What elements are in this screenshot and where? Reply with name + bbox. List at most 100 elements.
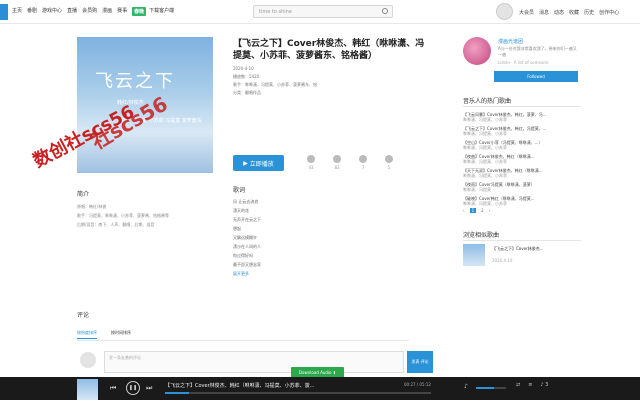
uploader-name[interactable]: 漫画光谱团 — [498, 38, 523, 45]
search-placeholder: time to shine — [259, 9, 292, 15]
progress-bar[interactable] — [165, 392, 431, 394]
lyric-line: 又飘远模糊许 — [233, 235, 257, 240]
volume-icon[interactable]: ♪ — [464, 383, 468, 390]
favorite-action[interactable]: 43 — [298, 155, 324, 170]
download-client-link[interactable]: 下载客户端 — [149, 7, 174, 16]
pager-page-1[interactable]: 1 — [469, 208, 477, 213]
hot-songs-list: 【飞云风暴】Cover林俊杰、韩红，菠萝、冯... 咻咻潇、冯提莫、小苏菲 【飞云… — [463, 112, 581, 210]
nav-favorites[interactable]: 收藏 — [569, 9, 579, 16]
lyrics-expand-link[interactable]: 展开更多 — [233, 269, 261, 278]
nav-item-anime[interactable]: 番剧 — [27, 7, 37, 16]
nav-creator[interactable]: 创作中心 — [599, 9, 619, 16]
heart-icon — [307, 155, 315, 163]
coin-icon — [333, 155, 341, 163]
similar-date: 2020.4.10 — [492, 258, 513, 263]
intro-line: 后期/混音：南下、人声、翻唱、后期、混音 — [77, 222, 155, 227]
comment-icon — [359, 155, 367, 163]
nav-item-manga[interactable]: 漫画 — [102, 7, 112, 16]
prev-icon[interactable]: ⏮ — [110, 384, 116, 393]
lyrics-heading: 歌词 — [233, 187, 246, 194]
lyric-line: 风 让云去流浪 — [233, 199, 259, 204]
pager-prev[interactable]: ‹ — [463, 208, 465, 213]
nav-item-home[interactable]: 主页 — [12, 7, 22, 16]
player-time: 00:27 / 05:12 — [404, 382, 431, 387]
meta-date: 2020-4-10 — [233, 66, 254, 71]
tab-hot[interactable]: 按热度排序 — [77, 330, 97, 339]
play-now-label: 立即播放 — [249, 160, 274, 168]
next-icon[interactable]: ⏭ — [146, 384, 152, 393]
list-item[interactable]: 【飞云风暴】Cover林俊杰、韩红，菠萝、冯... 咻咻潇、冯提莫、小苏菲 — [463, 112, 581, 126]
share-action[interactable]: 5 — [376, 155, 402, 170]
similar-title[interactable]: 【飞云之下】Cover林俊杰... — [492, 246, 544, 252]
nav-messages[interactable]: 消息 — [539, 9, 549, 16]
player-extra-controls: ⇄ ≡ ♪ 3 — [516, 382, 556, 388]
volume-slider[interactable] — [476, 387, 506, 389]
divider — [463, 240, 581, 241]
player-cover[interactable] — [77, 379, 98, 400]
list-item[interactable]: 【夜雨】Cover冯提莫（咻咻潇、菠萝） 咻咻潇、冯提莫 — [463, 182, 581, 196]
hot-song-artist: 咻咻潇、冯提莫 — [463, 187, 491, 192]
playlist-icon[interactable]: ≡ — [528, 382, 532, 388]
nav-item-esports[interactable]: 赛事 — [117, 7, 127, 16]
hot-song-artist: 咻咻潇、冯提莫、小苏菲 — [463, 145, 507, 150]
nav-history[interactable]: 历史 — [584, 9, 594, 16]
comment-action[interactable]: 7 — [350, 155, 376, 170]
pager-page-2[interactable]: 2 — [481, 208, 484, 213]
meta-singers: 歌手：咻咻潇、冯提莫、小苏菲、菠萝酱东、铭 — [233, 82, 317, 87]
user-nav: 大会员 消息 动态 收藏 历史 创作中心 — [519, 9, 624, 16]
search-input[interactable]: time to shine — [253, 5, 393, 18]
hot-songs-heading: 音乐人的热门歌曲 — [463, 98, 512, 105]
tab-latest[interactable]: 按时间排序 — [111, 330, 131, 339]
site-logo[interactable] — [0, 4, 8, 20]
divider — [463, 106, 581, 107]
nav-vip[interactable]: 大会员 — [519, 9, 534, 16]
lyric-line: 最不愿又想念家 — [233, 262, 261, 267]
shuffle-icon[interactable]: ⇄ — [516, 382, 520, 388]
divider — [77, 340, 409, 341]
uploader-desc: A与一台对我非常喜欢我了。带来你们一遍又一遍 — [498, 46, 577, 57]
user-avatar[interactable] — [496, 3, 513, 20]
comment-submit-button[interactable]: 发表 评论 — [407, 351, 433, 373]
coin-count: 83 — [334, 165, 340, 170]
nav-item-live[interactable]: 直播 — [67, 7, 77, 16]
song-cover[interactable]: 飞云之下 韩红/林俊杰 演唱：咻咻潇 小苏菲 冯提莫 菠萝酱东 社scs56 — [77, 37, 213, 173]
pager-next[interactable]: › — [489, 208, 491, 213]
nav-item-shop[interactable]: 会员购 — [82, 7, 97, 16]
list-item[interactable]: 【空山】Cover小菲（冯提莫、咻咻潇、...） 咻咻潇、冯提莫、小苏菲 — [463, 140, 581, 154]
queue-count[interactable]: ♪ 3 — [540, 382, 548, 388]
song-meta: 2020-4-10 播放数：5420 歌手：咻咻潇、冯提莫、小苏菲、菠萝酱东、铭… — [233, 65, 317, 97]
search-icon[interactable] — [382, 8, 388, 14]
main-nav: 主页 番剧 游戏中心 直播 会员购 漫画 赛事 春晚 下载客户端 — [12, 7, 179, 16]
list-item[interactable]: 【夜曲】Cover林俊杰、韩红（咻咻潇... 咻咻潇、冯提莫、小苏菲 — [463, 154, 581, 168]
follow-button[interactable]: Followed — [494, 71, 578, 82]
cover-title: 飞云之下 — [95, 71, 175, 92]
intro-heading: 简介 — [77, 191, 90, 198]
play-now-button[interactable]: ▶ 立即播放 — [233, 155, 284, 171]
nav-dynamic[interactable]: 动态 — [554, 9, 564, 16]
hot-pager: ‹ 1 2 › — [463, 208, 495, 213]
similar-heading: 浏览相似歌曲 — [463, 232, 500, 239]
favorite-count: 43 — [308, 165, 314, 170]
list-item[interactable]: 【飞云之下】Cover林俊杰、韩红，冯提莫、... 咻咻潇、冯提莫、小苏菲 — [463, 126, 581, 140]
meta-plays: 播放数：5420 — [233, 74, 260, 79]
intro-text: 原唱：韩红/林俊 歌手：冯提莫、咻咻潇、小苏菲、菠萝酱、铭格酱等 后期/混音：南… — [77, 202, 217, 229]
lyric-line: 你过得好吗 — [233, 253, 253, 258]
list-item[interactable]: 【天下无双】Cover林俊杰、韩红（咻咻潇... 咻咻潇、冯提莫、小苏菲 — [463, 168, 581, 182]
pause-button[interactable]: ❚❚ — [126, 381, 140, 395]
hot-song-artist: 咻咻潇、冯提莫、小苏菲 — [463, 173, 507, 178]
nav-item-games[interactable]: 游戏中心 — [42, 7, 62, 16]
comment-input[interactable]: 发一条友善的评论 — [104, 351, 404, 373]
intro-line: 原唱：韩红/林俊 — [77, 204, 107, 209]
nav-badge[interactable]: 春晚 — [132, 7, 147, 16]
similar-thumbnail[interactable] — [463, 244, 485, 266]
lyrics-text: 风 让云去流浪 漂天的花 无声开在云之下 想起 又飘远模糊许 漂沙在人间的人 你… — [233, 197, 261, 278]
lyric-line: 漂沙在人间的人 — [233, 244, 261, 249]
hot-song-artist: 咻咻潇、冯提莫、小苏菲 — [463, 131, 507, 136]
coin-action[interactable]: 83 — [324, 155, 350, 170]
song-actions: 43 83 7 5 — [298, 155, 402, 170]
lyric-line: 想起 — [233, 226, 241, 231]
top-navbar: 主页 番剧 游戏中心 直播 会员购 漫画 赛事 春晚 下载客户端 time to… — [0, 0, 640, 24]
uploader-avatar[interactable] — [463, 37, 491, 65]
volume-fill — [476, 387, 494, 389]
uploader-stats: Listen · A list of someone — [498, 60, 549, 65]
